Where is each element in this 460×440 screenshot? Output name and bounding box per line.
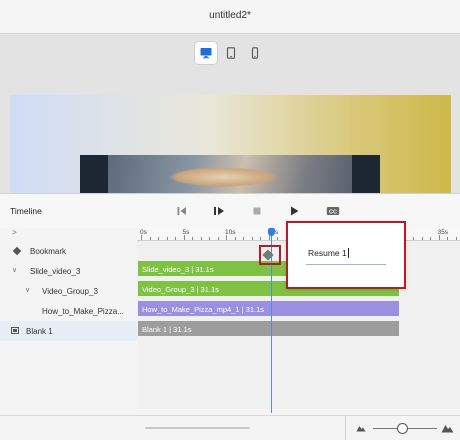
layer-label: How_to_Make_Pizza... xyxy=(42,307,124,316)
layer-row-video[interactable]: How_to_Make_Pizza... xyxy=(0,301,137,321)
layer-row-blank[interactable]: Blank 1 xyxy=(0,321,137,341)
bookmark-highlight xyxy=(259,245,281,265)
layer-row-bookmark[interactable]: Bookmark xyxy=(0,241,137,261)
text-cursor xyxy=(347,248,349,258)
zoom-in-icon[interactable] xyxy=(441,423,454,433)
ruler-tick xyxy=(413,237,414,240)
playhead-handle[interactable] xyxy=(268,228,275,236)
ruler-tick xyxy=(243,237,244,240)
zoom-slider-handle[interactable] xyxy=(397,423,408,434)
closed-captions-button[interactable]: CC xyxy=(322,203,344,221)
ruler-tick xyxy=(447,237,448,240)
stop-button[interactable] xyxy=(247,203,267,221)
ruler-tick xyxy=(149,237,151,240)
ruler-tick xyxy=(421,237,423,240)
ruler-tick-label: 35s xyxy=(437,229,448,236)
play-pause-icon xyxy=(214,207,224,215)
ruler-tick xyxy=(175,237,176,240)
ruler-tick xyxy=(251,237,253,240)
chevron-down-icon[interactable]: ∨ xyxy=(25,286,30,294)
bookmark-name-popup: Resume 1 xyxy=(286,221,406,289)
ruler-tick xyxy=(166,237,168,240)
timeline-title: Timeline xyxy=(10,206,42,216)
phone-view-button[interactable] xyxy=(244,42,266,64)
tablet-icon xyxy=(226,47,236,59)
chevron-down-icon[interactable]: ∨ xyxy=(12,266,17,274)
ruler-tick-label: 5s xyxy=(182,229,190,236)
ruler-expand-toggle[interactable]: > xyxy=(0,228,137,241)
ruler-tick xyxy=(200,237,202,240)
tablet-view-button[interactable] xyxy=(220,42,242,64)
video-frame xyxy=(108,155,352,193)
ruler-tick xyxy=(158,237,159,240)
desktop-icon xyxy=(200,48,212,59)
bookmark-name-value: Resume 1 xyxy=(308,248,347,258)
layer-label: Blank 1 xyxy=(26,327,53,336)
divider xyxy=(345,416,346,440)
title-bar: untitled2* xyxy=(0,0,460,34)
play-icon xyxy=(291,206,299,216)
ruler-tick xyxy=(455,237,457,240)
horizontal-scrollbar[interactable] xyxy=(145,427,250,429)
zoom-out-icon[interactable] xyxy=(356,424,366,432)
ruler-tick xyxy=(217,237,219,240)
play-button[interactable] xyxy=(284,203,304,221)
layer-label: Bookmark xyxy=(30,247,67,256)
chevron-right-icon: > xyxy=(12,228,17,237)
ruler-tick xyxy=(192,237,193,240)
ruler-tick-label: 10s xyxy=(225,229,236,236)
app-window: untitled2* Timeline CC > 0s 5s 10s 35s B… xyxy=(0,0,460,440)
ruler-tick xyxy=(277,237,278,240)
ruler-tick xyxy=(260,237,261,240)
svg-text:CC: CC xyxy=(329,209,337,215)
device-preview-bar xyxy=(0,35,460,73)
step-back-icon xyxy=(177,207,186,215)
timeline-bar-video[interactable]: How_to_Make_Pizza_mp4_1 | 31.1s xyxy=(138,301,399,316)
bookmark-name-input[interactable]: Resume 1 xyxy=(306,243,386,265)
play-pause-button[interactable] xyxy=(209,203,229,221)
layer-row-video-group[interactable]: ∨ Video_Group_3 xyxy=(0,281,137,301)
layer-label: Video_Group_3 xyxy=(42,287,98,296)
ruler-tick-label: 0s xyxy=(140,229,147,236)
ruler-tick xyxy=(430,237,431,240)
desktop-view-button[interactable] xyxy=(195,42,217,64)
ruler-tick xyxy=(209,237,210,240)
rewind-button[interactable] xyxy=(172,203,192,221)
ruler-tick xyxy=(234,237,236,240)
layer-label: Slide_video_3 xyxy=(30,267,81,276)
phone-icon xyxy=(251,47,259,59)
slide-icon xyxy=(11,327,19,334)
slide-stage[interactable] xyxy=(10,95,451,193)
timeline-bar-blank[interactable]: Blank 1 | 31.1s xyxy=(138,321,399,336)
window-title: untitled2* xyxy=(209,10,251,21)
layer-list: Bookmark ∨ Slide_video_3 ∨ Video_Group_3… xyxy=(0,241,137,440)
timeline-footer xyxy=(0,415,460,440)
layer-row-slide-video[interactable]: ∨ Slide_video_3 xyxy=(0,261,137,281)
stage-video[interactable] xyxy=(80,155,380,193)
stop-icon xyxy=(253,207,261,215)
closed-captions-icon: CC xyxy=(326,207,340,215)
bookmark-icon xyxy=(12,246,22,256)
